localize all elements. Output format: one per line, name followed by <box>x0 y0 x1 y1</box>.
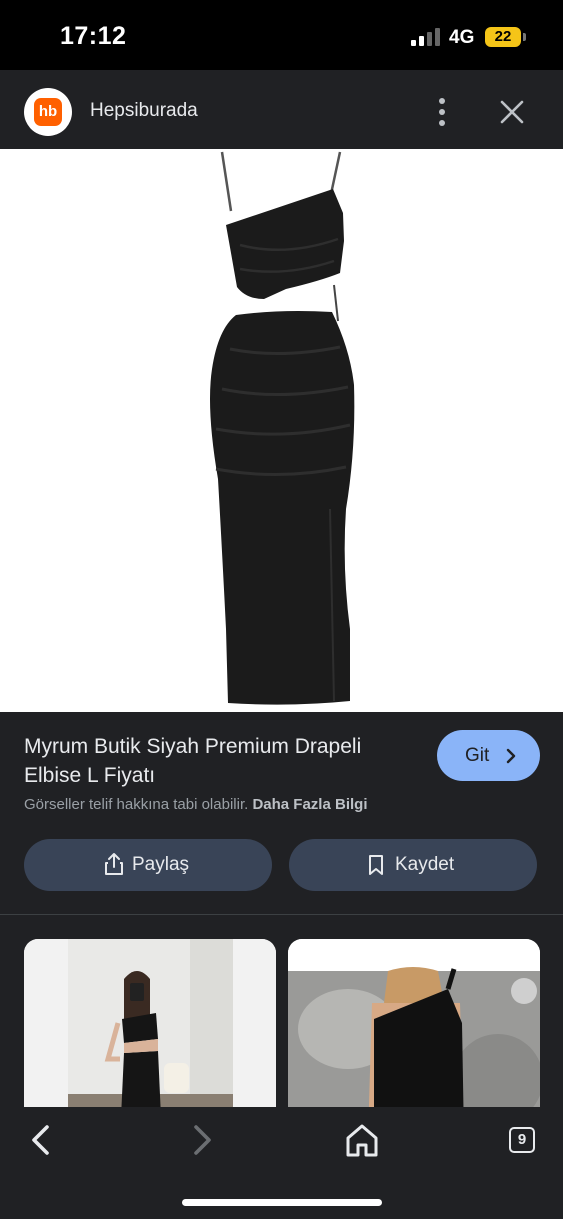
related-image-card[interactable] <box>288 939 540 1107</box>
battery-tip <box>523 33 526 41</box>
product-info: Myrum Butik Siyah Premium Drapeli Elbise… <box>0 712 563 914</box>
more-info-link[interactable]: Daha Fazla Bilgi <box>252 796 367 813</box>
related-image-card[interactable] <box>24 939 276 1107</box>
tabs-count: 9 <box>509 1127 535 1153</box>
close-icon[interactable] <box>495 95 529 129</box>
chevron-right-icon <box>506 748 516 764</box>
visit-label: Git <box>465 745 490 766</box>
dress-image <box>0 149 563 712</box>
status-bar: 17:12 4G 22 <box>0 0 563 70</box>
copyright-note: Görseller telif hakkına tabi olabilir. D… <box>24 796 367 813</box>
back-arrow-icon[interactable] <box>22 1121 62 1161</box>
share-icon <box>105 853 123 875</box>
product-title[interactable]: Myrum Butik Siyah Premium Drapeli Elbise… <box>24 732 424 790</box>
product-image[interactable] <box>0 149 563 712</box>
bookmark-icon <box>369 855 383 875</box>
more-vert-icon[interactable] <box>428 95 456 129</box>
battery-icon: 22 <box>485 27 521 47</box>
related-image-1 <box>24 939 276 1107</box>
network-type: 4G <box>449 27 475 48</box>
tabs-button[interactable]: 9 <box>503 1121 543 1161</box>
logo-text: hb <box>34 98 62 126</box>
visit-button[interactable]: Git <box>437 730 540 781</box>
copyright-text: Görseller telif hakkına tabi olabilir. <box>24 796 249 813</box>
related-image-2 <box>288 939 540 1107</box>
related-images <box>0 915 563 1107</box>
home-icon[interactable] <box>342 1121 382 1161</box>
save-label: Kaydet <box>395 854 455 875</box>
site-name[interactable]: Hepsiburada <box>90 100 198 122</box>
forward-arrow-icon[interactable] <box>182 1121 222 1161</box>
share-label: Paylaş <box>132 854 190 875</box>
share-button[interactable]: Paylaş <box>24 839 272 891</box>
status-time: 17:12 <box>60 22 127 50</box>
save-button[interactable]: Kaydet <box>289 839 537 891</box>
signal-icon <box>411 28 440 46</box>
site-logo[interactable]: hb <box>24 88 72 136</box>
page-header: hb Hepsiburada <box>0 70 563 149</box>
bottom-navigation: 9 <box>0 1107 563 1219</box>
home-indicator <box>182 1199 382 1206</box>
